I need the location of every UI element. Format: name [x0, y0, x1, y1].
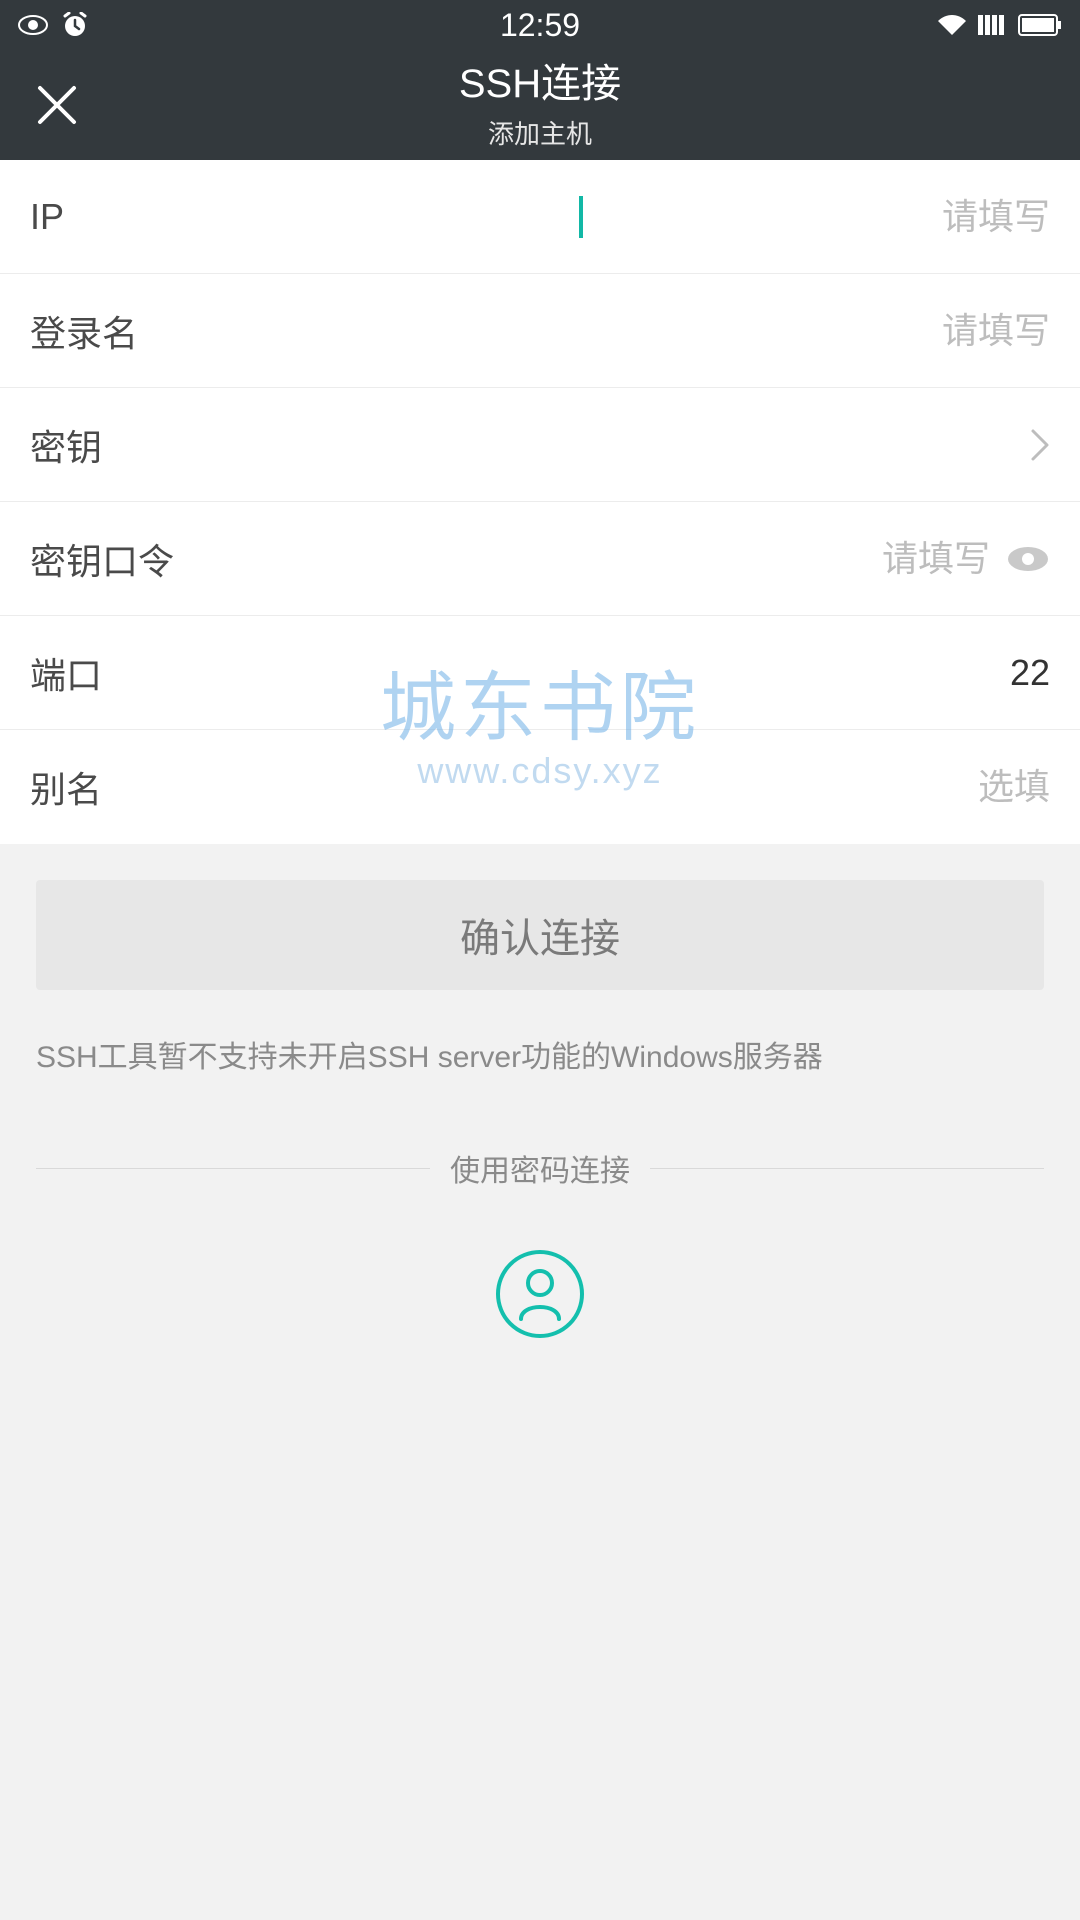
- row-passphrase[interactable]: 密钥口令: [0, 502, 1080, 616]
- label-ip: IP: [30, 196, 64, 238]
- row-port[interactable]: 端口: [0, 616, 1080, 730]
- bottom-section: 确认连接 SSH工具暂不支持未开启SSH server功能的Windows服务器…: [0, 844, 1080, 1374]
- ssh-note: SSH工具暂不支持未开启SSH server功能的Windows服务器: [36, 1032, 1044, 1076]
- divider-line-left: [36, 1168, 430, 1169]
- user-icon: [496, 1250, 584, 1338]
- label-alias: 别名: [30, 761, 102, 813]
- confirm-connect-button[interactable]: 确认连接: [36, 880, 1044, 990]
- app-header: SSH连接 添加主机: [0, 50, 1080, 160]
- close-icon: [36, 84, 78, 126]
- status-left: [18, 12, 88, 38]
- close-button[interactable]: [34, 82, 80, 128]
- password-login-button[interactable]: [36, 1250, 1044, 1338]
- chevron-right-icon: [1030, 428, 1050, 462]
- page-title: SSH连接: [459, 60, 621, 108]
- row-alias[interactable]: 别名: [0, 730, 1080, 844]
- port-field[interactable]: [585, 652, 1050, 694]
- label-passphrase: 密钥口令: [30, 533, 174, 585]
- ip-field[interactable]: [579, 196, 1050, 238]
- label-login: 登录名: [30, 305, 138, 357]
- row-login[interactable]: 登录名: [0, 274, 1080, 388]
- row-key[interactable]: 密钥: [0, 388, 1080, 502]
- signal-icon: [978, 13, 1008, 37]
- wifi-icon: [936, 13, 968, 37]
- label-port: 端口: [30, 647, 102, 699]
- battery-icon: [1018, 14, 1062, 36]
- row-ip[interactable]: IP: [0, 160, 1080, 274]
- divider-line-right: [650, 1168, 1044, 1169]
- label-key: 密钥: [30, 419, 102, 471]
- status-bar: 12:59: [0, 0, 1080, 50]
- alias-field[interactable]: [585, 766, 1050, 808]
- divider-text: 使用密码连接: [450, 1146, 630, 1190]
- page-subtitle: 添加主机: [488, 114, 592, 151]
- show-password-icon[interactable]: [1006, 544, 1050, 574]
- login-field[interactable]: [585, 310, 1050, 352]
- status-time: 12:59: [0, 7, 1080, 44]
- alarm-icon: [62, 12, 88, 38]
- ssh-form: IP 登录名 密钥 密钥口令 端口 别名: [0, 160, 1080, 844]
- eye-icon: [18, 15, 48, 35]
- password-login-divider: 使用密码连接: [36, 1146, 1044, 1190]
- status-right: [936, 13, 1062, 37]
- passphrase-field[interactable]: [525, 538, 990, 580]
